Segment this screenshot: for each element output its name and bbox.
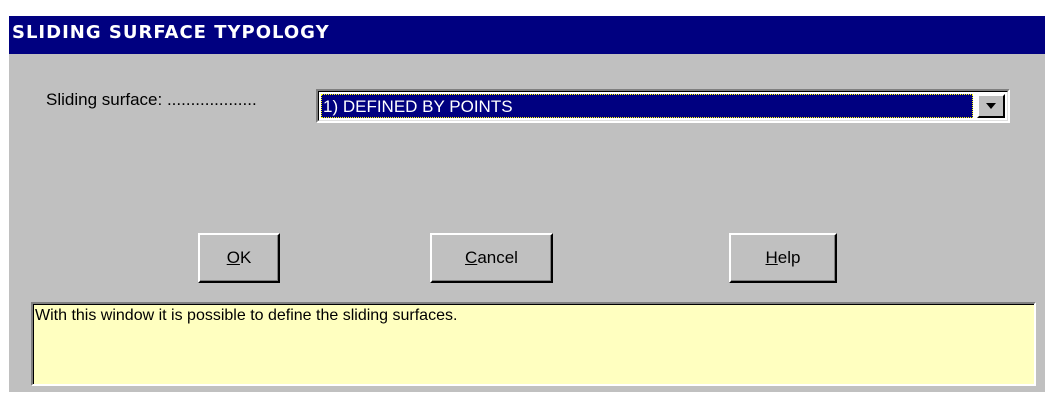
info-text: With this window it is possible to defin… [33, 304, 1034, 384]
ok-button[interactable]: OK [198, 233, 280, 283]
window-title: SLIDING SURFACE TYPOLOGY [12, 22, 330, 43]
title-bar: SLIDING SURFACE TYPOLOGY [9, 16, 1045, 54]
cancel-button[interactable]: Cancel [430, 233, 553, 283]
dropdown-frame: 1) DEFINED BY POINTS [318, 91, 1008, 121]
chevron-down-icon [986, 102, 996, 109]
sliding-surface-typology-dialog: SLIDING SURFACE TYPOLOGY Sliding surface… [9, 16, 1045, 392]
help-button[interactable]: Help [729, 233, 837, 283]
ok-button-mnemonic: O [226, 248, 240, 267]
dropdown-button[interactable] [977, 94, 1005, 118]
sliding-surface-selected-value[interactable]: 1) DEFINED BY POINTS [321, 94, 973, 118]
cancel-button-mnemonic: C [465, 248, 478, 267]
sliding-surface-label: Sliding surface: ................... [46, 90, 257, 109]
sliding-surface-dropdown[interactable]: 1) DEFINED BY POINTS [316, 89, 1010, 123]
cancel-button-label: ancel [477, 248, 518, 267]
info-panel: With this window it is possible to defin… [31, 302, 1036, 386]
help-button-mnemonic: H [765, 248, 778, 267]
help-button-label: elp [777, 248, 801, 267]
ok-button-label: K [239, 248, 252, 267]
